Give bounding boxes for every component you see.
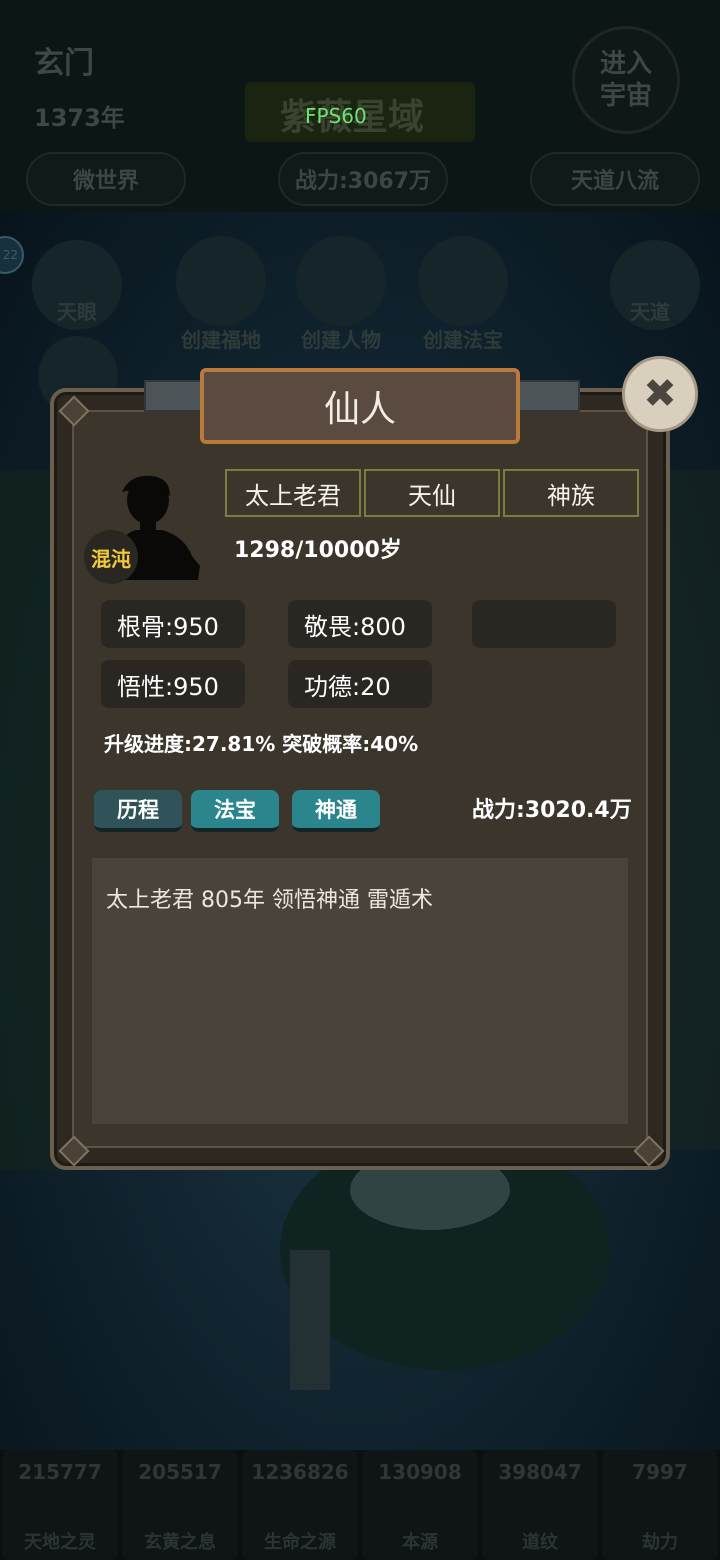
resource-label: 玄黄之息: [144, 1532, 216, 1553]
resource-value: 7997: [632, 1460, 688, 1484]
fps-counter: FPS60: [305, 104, 367, 128]
rank-button[interactable]: 天道八流: [530, 152, 700, 206]
action-label-create-land: 创建福地: [181, 328, 261, 352]
character-race: 神族: [503, 469, 639, 517]
character-power: 战力:3020.4万: [472, 798, 632, 823]
sect-name: 玄门: [34, 46, 94, 81]
resource-label: 天地之灵: [24, 1532, 96, 1553]
resource-value: 1236826: [251, 1460, 349, 1484]
tab-ability[interactable]: 神通: [292, 790, 380, 832]
character-age: 1298/10000岁: [234, 538, 402, 563]
close-button[interactable]: ✖: [622, 356, 698, 432]
character-name: 太上老君: [225, 469, 361, 517]
resource-label: 道纹: [522, 1532, 558, 1553]
resource-label: 生命之源: [264, 1532, 336, 1553]
tab-history[interactable]: 历程: [94, 790, 182, 832]
log-entry: 太上老君 805年 领悟神通 雷遁术: [106, 888, 433, 913]
island-pillar: [290, 1250, 330, 1390]
lotus-icon[interactable]: [418, 236, 508, 326]
cultivation-badge: 混沌: [84, 530, 138, 584]
year-label: 1373年: [34, 104, 125, 132]
mountain-icon[interactable]: [176, 236, 266, 326]
action-label-create-person: 创建人物: [301, 328, 381, 352]
add-person-icon[interactable]: [296, 236, 386, 326]
close-icon: ✖: [643, 371, 677, 417]
history-log-panel[interactable]: 太上老君 805年 领悟神通 雷遁术: [90, 856, 630, 1126]
title-plaque: 仙人: [200, 368, 520, 444]
total-power-display: 战力:3067万: [278, 152, 448, 206]
action-label-create-treasure: 创建法宝: [423, 328, 503, 352]
stat-merit: 功德:20: [288, 660, 432, 708]
stat-bone: 根骨:950: [101, 600, 245, 648]
upgrade-progress: 升级进度:27.81% 突破概率:40%: [104, 732, 419, 756]
stat-insight: 悟性:950: [101, 660, 245, 708]
tab-treasure[interactable]: 法宝: [191, 790, 279, 832]
micro-world-button[interactable]: 微世界: [26, 152, 186, 206]
action-label-eye: 天眼: [57, 300, 97, 324]
resource-value: 398047: [498, 1460, 582, 1484]
character-realm: 天仙: [364, 469, 500, 517]
resource-value: 130908: [378, 1460, 462, 1484]
stat-empty-slot: [472, 600, 616, 648]
stat-awe: 敬畏:800: [288, 600, 432, 648]
resource-label: 本源: [402, 1532, 438, 1553]
action-label-heaven-dao: 天道: [630, 300, 670, 324]
resource-value: 205517: [138, 1460, 222, 1484]
enter-universe-button[interactable]: 进入宇宙: [572, 26, 680, 134]
dialog-title: 仙人: [323, 389, 396, 430]
resource-value: 215777: [18, 1460, 102, 1484]
resource-label: 劫力: [642, 1532, 678, 1553]
